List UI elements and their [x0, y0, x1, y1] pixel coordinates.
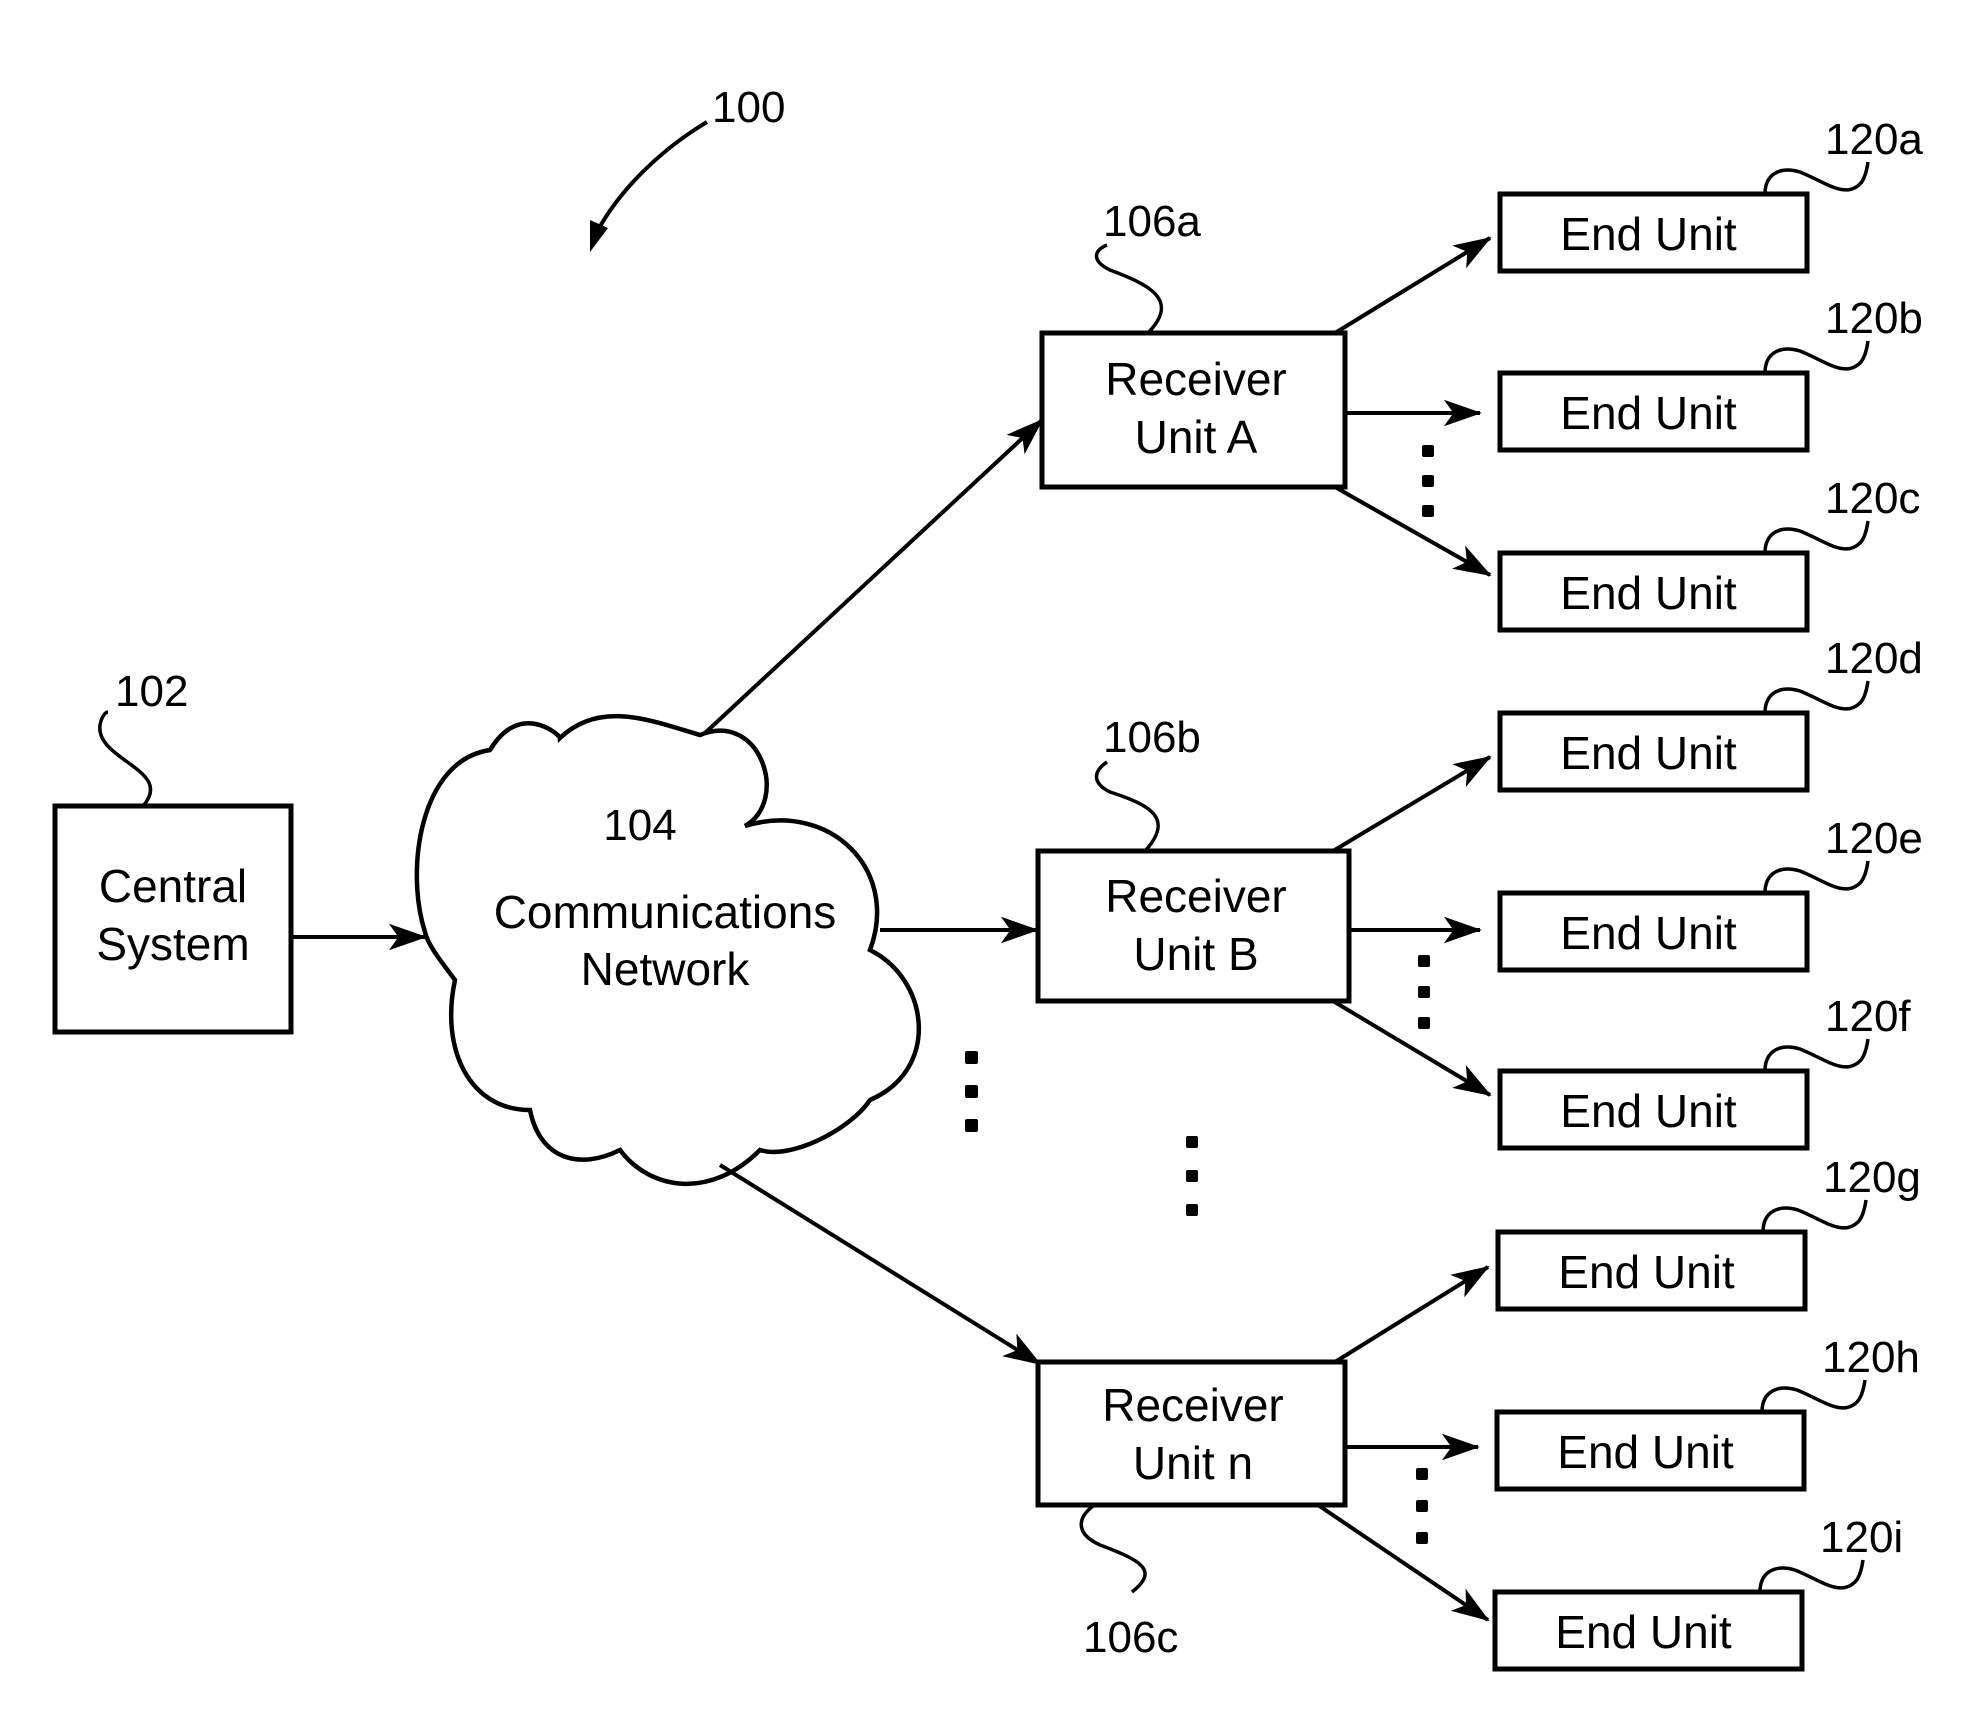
end-unit-label: End Unit	[1555, 1606, 1732, 1658]
ellipsis-receivers	[1186, 1136, 1198, 1216]
receiver-unit-b-label-line2: Unit B	[1133, 928, 1258, 980]
end-unit-label: End Unit	[1560, 727, 1737, 779]
end-unit-leader	[1763, 1038, 1870, 1072]
receiver-unit-n-label-line2: Unit n	[1133, 1437, 1253, 1489]
end-unit-120i[interactable]: End Unit 120i	[1492, 1513, 1903, 1672]
receiver-unit-b-ref: 106b	[1103, 713, 1201, 762]
end-unit-120a[interactable]: End Unit 120a	[1497, 115, 1923, 274]
figure-ref-label: 100	[712, 83, 785, 132]
end-unit-120d[interactable]: End Unit 120d	[1497, 634, 1923, 793]
end-unit-120b[interactable]: End Unit 120b	[1497, 294, 1923, 453]
end-unit-ref: 120h	[1822, 1333, 1920, 1382]
receiver-unit-a[interactable]: Receiver Unit A 106a	[1039, 197, 1348, 490]
receiver-unit-n[interactable]: Receiver Unit n 106c	[1035, 1359, 1348, 1662]
end-unit-ref: 120e	[1825, 814, 1923, 863]
central-system-leader	[98, 710, 153, 808]
end-unit-ref: 120a	[1825, 115, 1923, 164]
network-label-line2: Network	[581, 943, 751, 995]
ellipsis-receiver-b	[1418, 955, 1430, 1029]
central-system-ref: 102	[115, 667, 188, 716]
end-unit-label: End Unit	[1560, 208, 1737, 260]
end-unit-ref: 120g	[1823, 1153, 1921, 1202]
receiver-unit-n-ref: 106c	[1083, 1613, 1178, 1662]
end-unit-leader	[1763, 340, 1870, 374]
end-unit-120c[interactable]: End Unit 120c	[1497, 474, 1920, 633]
network-label-line1: Communications	[494, 886, 837, 938]
ellipsis-receiver-a	[1422, 445, 1434, 517]
ellipsis-network-receivers	[965, 1051, 978, 1132]
end-unit-ref: 120i	[1820, 1513, 1903, 1562]
end-unit-ref: 120d	[1825, 634, 1923, 683]
arrow-network-to-receiver-a	[703, 418, 1044, 735]
communications-network[interactable]: 104 Communications Network	[414, 714, 921, 1186]
end-unit-ref: 120f	[1825, 992, 1911, 1041]
end-unit-label: End Unit	[1558, 1246, 1735, 1298]
end-unit-leader	[1763, 860, 1870, 894]
central-system-label-line2: System	[96, 918, 249, 970]
end-unit-label: End Unit	[1557, 1426, 1734, 1478]
end-units: End Unit120aEnd Unit120bEnd Unit120cEnd …	[1492, 115, 1923, 1672]
end-unit-leader	[1763, 680, 1870, 714]
system-diagram: 100 Central System 102 104 Communication…	[52, 83, 1923, 1672]
end-unit-label: End Unit	[1560, 1085, 1737, 1137]
end-unit-leader	[1761, 1199, 1868, 1233]
end-unit-leader	[1763, 520, 1870, 554]
receiver-unit-n-label-line1: Receiver	[1102, 1379, 1284, 1431]
arrow-network-to-receiver-n	[718, 1163, 1042, 1366]
end-unit-label: End Unit	[1560, 907, 1737, 959]
receiver-unit-b[interactable]: Receiver Unit B 106b	[1035, 713, 1352, 1004]
receiver-unit-a-leader	[1094, 243, 1164, 335]
central-system[interactable]: Central System 102	[52, 667, 294, 1035]
end-unit-120f[interactable]: End Unit 120f	[1497, 992, 1911, 1151]
end-unit-ref: 120c	[1825, 474, 1920, 523]
end-unit-ref: 120b	[1825, 294, 1923, 343]
receiver-unit-n-leader	[1079, 1504, 1147, 1594]
end-unit-120h[interactable]: End Unit 120h	[1494, 1333, 1920, 1492]
end-unit-120e[interactable]: End Unit 120e	[1497, 814, 1923, 973]
receiver-unit-b-leader	[1094, 760, 1160, 853]
central-system-label-line1: Central	[99, 860, 247, 912]
network-ref: 104	[603, 801, 676, 850]
end-unit-leader	[1763, 161, 1870, 195]
receiver-unit-b-label-line1: Receiver	[1105, 870, 1287, 922]
end-unit-leader	[1758, 1559, 1865, 1593]
figure-reference: 100	[590, 83, 785, 252]
figure-ref-arrow-icon	[596, 120, 709, 231]
receiver-unit-a-ref: 106a	[1103, 197, 1201, 246]
end-unit-label: End Unit	[1560, 567, 1737, 619]
ellipsis-receiver-n	[1416, 1468, 1428, 1544]
end-unit-120g[interactable]: End Unit 120g	[1495, 1153, 1921, 1312]
receiver-unit-a-label-line1: Receiver	[1105, 353, 1287, 405]
receiver-unit-a-label-line2: Unit A	[1135, 411, 1258, 463]
end-unit-leader	[1760, 1379, 1867, 1413]
figure-ref-arrowhead-icon	[590, 220, 608, 252]
end-unit-label: End Unit	[1560, 387, 1737, 439]
